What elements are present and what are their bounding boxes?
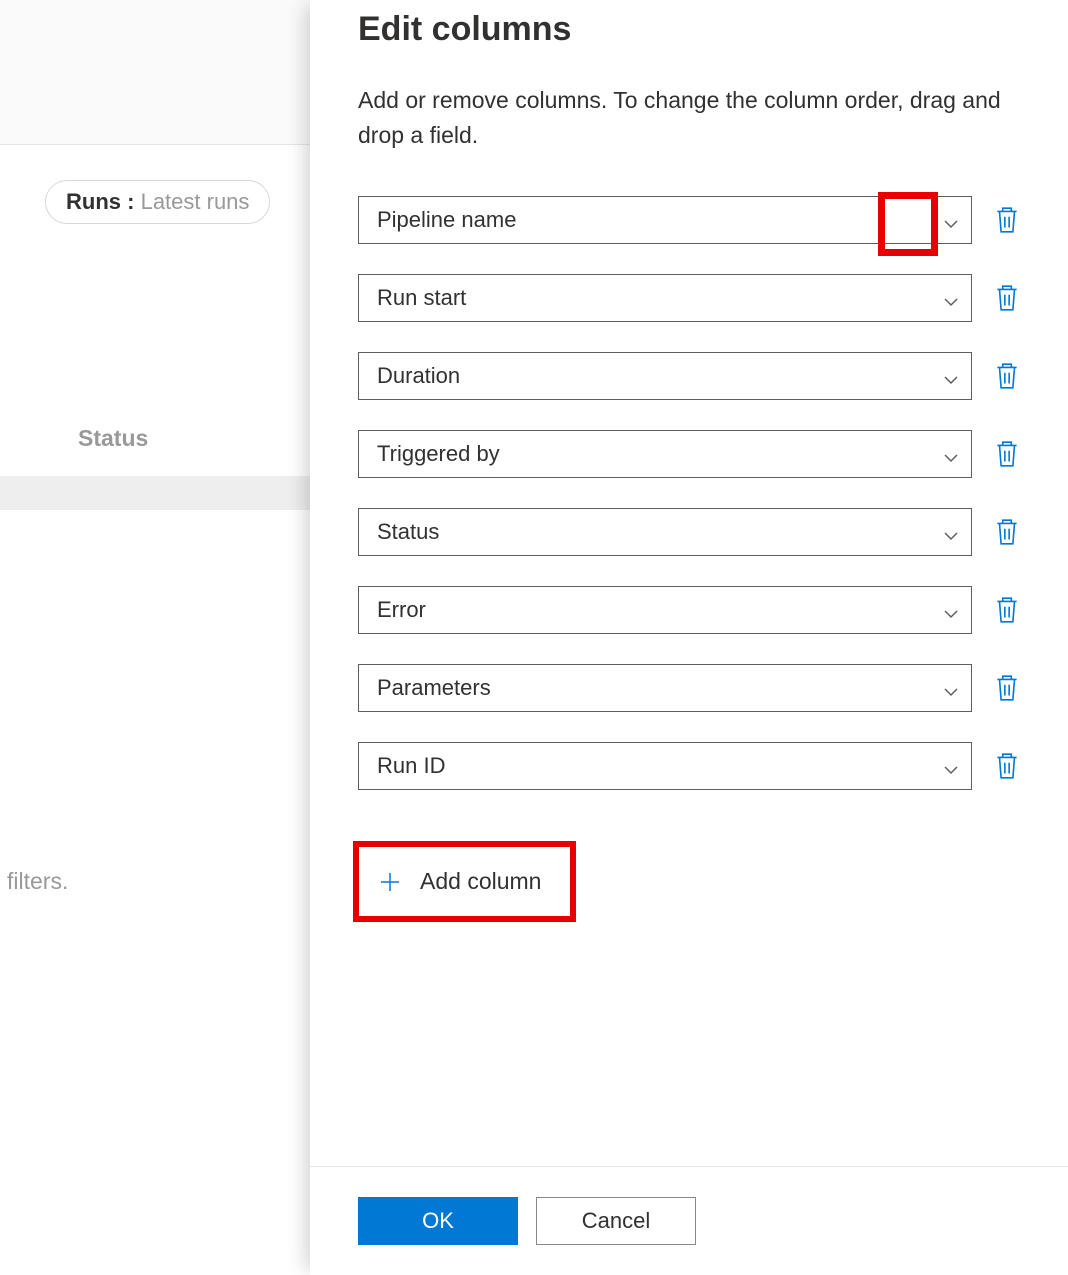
delete-column-button[interactable]	[994, 361, 1020, 391]
add-column-button[interactable]: Add column	[358, 846, 571, 917]
bg-top-section	[0, 0, 310, 145]
column-row: Error	[358, 586, 1020, 634]
dropdown-label: Run ID	[377, 753, 445, 779]
dropdown-label: Status	[377, 519, 439, 545]
dropdown-label: Parameters	[377, 675, 491, 701]
column-list: Pipeline name Run start	[358, 196, 1020, 790]
runs-filter-value: Latest runs	[141, 189, 250, 214]
delete-column-button[interactable]	[994, 751, 1020, 781]
chevron-down-icon	[943, 290, 959, 306]
delete-column-button[interactable]	[994, 283, 1020, 313]
chevron-down-icon	[943, 368, 959, 384]
filters-text: filters.	[7, 868, 68, 895]
delete-column-button[interactable]	[994, 595, 1020, 625]
chevron-down-icon	[943, 524, 959, 540]
column-row: Pipeline name	[358, 196, 1020, 244]
delete-column-button[interactable]	[994, 517, 1020, 547]
chevron-down-icon	[943, 446, 959, 462]
dropdown-label: Triggered by	[377, 441, 500, 467]
column-dropdown-parameters[interactable]: Parameters	[358, 664, 972, 712]
column-row: Triggered by	[358, 430, 1020, 478]
column-dropdown-pipeline-name[interactable]: Pipeline name	[358, 196, 972, 244]
column-row: Run ID	[358, 742, 1020, 790]
dropdown-label: Pipeline name	[377, 207, 516, 233]
background-panel: Runs : Latest runs Status filters.	[0, 0, 310, 1275]
add-column-label: Add column	[420, 868, 541, 895]
delete-column-button[interactable]	[994, 439, 1020, 469]
delete-column-button[interactable]	[994, 205, 1020, 235]
cancel-button[interactable]: Cancel	[536, 1197, 696, 1245]
column-row: Status	[358, 508, 1020, 556]
status-column-header: Status	[78, 425, 148, 452]
panel-description: Add or remove columns. To change the col…	[358, 83, 1020, 152]
panel-footer: OK Cancel	[310, 1166, 1068, 1275]
column-row: Run start	[358, 274, 1020, 322]
edit-columns-panel: Edit columns Add or remove columns. To c…	[310, 0, 1068, 1275]
column-dropdown-status[interactable]: Status	[358, 508, 972, 556]
chevron-down-icon	[943, 758, 959, 774]
dropdown-label: Duration	[377, 363, 460, 389]
runs-filter-label: Runs :	[66, 189, 134, 214]
runs-filter-pill[interactable]: Runs : Latest runs	[45, 180, 270, 224]
delete-column-button[interactable]	[994, 673, 1020, 703]
column-dropdown-error[interactable]: Error	[358, 586, 972, 634]
dropdown-label: Run start	[377, 285, 466, 311]
chevron-down-icon	[943, 680, 959, 696]
bg-row-highlight	[0, 476, 310, 510]
column-dropdown-run-id[interactable]: Run ID	[358, 742, 972, 790]
panel-title: Edit columns	[358, 10, 1020, 49]
chevron-down-icon	[943, 212, 959, 228]
column-row: Duration	[358, 352, 1020, 400]
ok-button[interactable]: OK	[358, 1197, 518, 1245]
column-dropdown-triggered-by[interactable]: Triggered by	[358, 430, 972, 478]
dropdown-label: Error	[377, 597, 426, 623]
column-dropdown-run-start[interactable]: Run start	[358, 274, 972, 322]
column-dropdown-duration[interactable]: Duration	[358, 352, 972, 400]
chevron-down-icon	[943, 602, 959, 618]
column-row: Parameters	[358, 664, 1020, 712]
plus-icon	[378, 870, 402, 894]
